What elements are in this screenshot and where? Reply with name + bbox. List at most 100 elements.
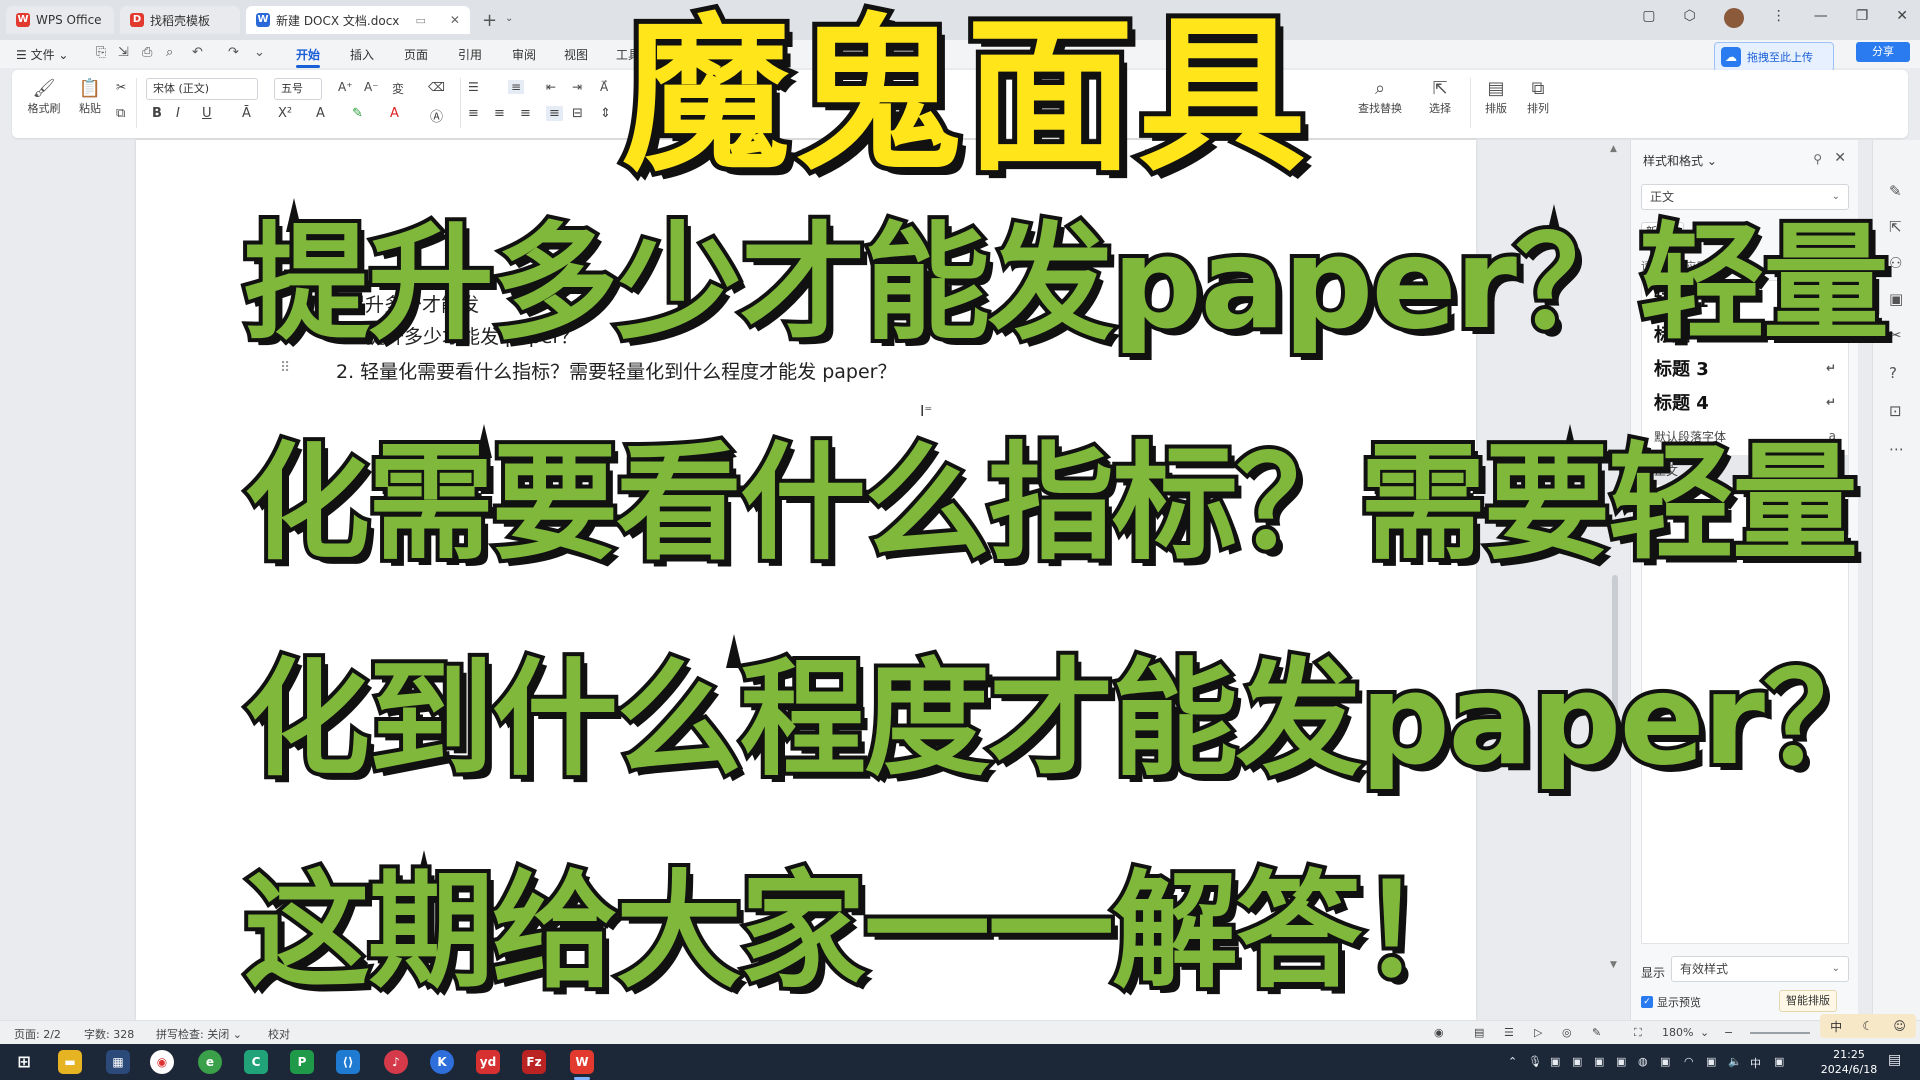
outline-view-icon[interactable]: ☰ (1504, 1026, 1514, 1039)
style-item-heading-3[interactable]: 标题 3 ↵ (1642, 353, 1848, 383)
page-indicator[interactable]: 页面: 2/2 (14, 1026, 61, 1042)
tray-app-icon[interactable]: ▣ (1660, 1055, 1670, 1068)
screenshot-icon[interactable]: ⊡ (1889, 402, 1902, 420)
undo-icon[interactable]: ↶ (192, 45, 203, 60)
print-icon[interactable]: ⎙ (142, 45, 152, 60)
system-clock[interactable]: 21:25 2024/6/18 (1818, 1047, 1880, 1077)
clear-format-icon[interactable]: ⌫ (428, 80, 445, 94)
paste-button[interactable]: 📋 粘贴 (70, 78, 110, 116)
superscript-icon[interactable]: X² (278, 106, 292, 121)
tray-app-icon[interactable]: ▣ (1594, 1055, 1604, 1068)
align-left-icon[interactable]: ≡ (468, 106, 479, 121)
tab-home[interactable]: 开始 (296, 46, 321, 68)
chevron-down-icon[interactable]: ⌄ (1700, 1026, 1709, 1039)
mic-icon[interactable]: 🎙 (1528, 1055, 1542, 1068)
close-tab-icon[interactable]: ✕ (450, 13, 460, 27)
close-window-icon[interactable]: ✕ (1896, 8, 1908, 28)
line-spacing-icon[interactable]: ⇕ (600, 106, 611, 121)
tab-review[interactable]: 审阅 (512, 46, 536, 63)
image-edit-icon[interactable]: ▣ (1889, 290, 1903, 308)
char-shading-icon[interactable]: Ⓐ (430, 106, 443, 125)
export-icon[interactable]: ⇲ (118, 45, 129, 60)
page-view-icon[interactable]: ▤ (1474, 1026, 1484, 1039)
fit-page-icon[interactable]: ⛶ (1634, 1026, 1642, 1040)
tray-app-icon[interactable]: ▣ (1706, 1055, 1716, 1068)
text-direction-icon[interactable]: A⃗ (600, 80, 608, 94)
align-center-icon[interactable]: ≡ (494, 106, 505, 121)
tray-app-icon[interactable]: ▣ (1550, 1055, 1560, 1068)
spell-check-status[interactable]: 拼写检查: 关闭 ⌄ (156, 1026, 242, 1042)
bold-icon[interactable]: B (152, 106, 162, 121)
style-item-heading-4[interactable]: 标题 4 ↵ (1642, 387, 1848, 417)
more-icon[interactable]: ⋯ (1889, 440, 1904, 458)
highlight-icon[interactable]: ✎ (352, 106, 363, 121)
web-view-icon[interactable]: ◎ (1562, 1026, 1572, 1039)
show-select[interactable]: 有效样式 ⌄ (1671, 956, 1849, 982)
monitor-icon[interactable]: ▭ (415, 14, 425, 27)
tab-insert[interactable]: 插入 (350, 46, 374, 63)
numbering-icon[interactable]: ≡ (508, 80, 525, 94)
italic-icon[interactable]: I (176, 106, 180, 121)
copy-icon[interactable]: ⧉ (116, 106, 125, 121)
tray-app-icon[interactable]: ▣ (1572, 1055, 1582, 1068)
filezilla-icon[interactable]: Fz (522, 1050, 546, 1074)
tray-app-icon[interactable]: ▣ (1774, 1055, 1784, 1068)
share-button[interactable]: 分享 (1856, 42, 1910, 62)
wifi-icon[interactable]: ◠ (1684, 1055, 1694, 1068)
tab-references[interactable]: 引用 (458, 46, 482, 63)
layout-button[interactable]: ▤ 排版 (1478, 78, 1514, 116)
redo-icon[interactable]: ↷ (228, 45, 239, 60)
pin-icon[interactable]: ⚲ (1813, 152, 1822, 166)
new-tab-button[interactable]: + (482, 10, 497, 31)
text-effect-icon[interactable]: A (316, 106, 325, 121)
restore-layout-icon[interactable]: ▢ (1642, 8, 1655, 28)
minimize-icon[interactable]: — (1814, 8, 1828, 28)
notification-icon[interactable]: ▤ (1888, 1052, 1901, 1068)
arrange-button[interactable]: ⧉ 排列 (1520, 78, 1556, 116)
shrink-font-icon[interactable]: A⁻ (364, 80, 379, 94)
save-icon[interactable]: ⎘ (96, 45, 106, 60)
font-color-icon[interactable]: A (390, 106, 399, 121)
proofread-button[interactable]: 校对 (268, 1026, 290, 1042)
increase-indent-icon[interactable]: ⇥ (572, 80, 582, 94)
help-icon[interactable]: ? (1889, 364, 1897, 382)
ime-tray[interactable]: 中 (1750, 1055, 1761, 1071)
current-style-select[interactable]: 正文 ⌄ (1641, 184, 1849, 210)
chevron-up-icon[interactable]: ⌃ (1508, 1055, 1517, 1068)
word-count[interactable]: 字数: 328 (84, 1026, 134, 1042)
chrome-icon[interactable]: ◉ (150, 1050, 174, 1074)
align-right-icon[interactable]: ≡ (520, 106, 531, 121)
menu-icon[interactable]: ⋮ (1772, 8, 1786, 28)
volume-icon[interactable]: 🔈 (1728, 1055, 1742, 1068)
tray-app-icon[interactable]: ▣ (1616, 1055, 1626, 1068)
tab-templates[interactable]: D 找稻壳模板 (120, 6, 240, 34)
drag-handle-icon[interactable]: ⠿ (280, 360, 290, 376)
close-icon[interactable]: ✕ (1834, 150, 1846, 166)
decrease-indent-icon[interactable]: ⇤ (546, 80, 556, 94)
justify-icon[interactable]: ≡ (546, 106, 563, 121)
wechat-icon[interactable]: ◍ (1638, 1055, 1648, 1068)
scroll-down-icon[interactable]: ▼ (1610, 960, 1617, 970)
file-menu[interactable]: ☰ 文件 ⌄ (16, 46, 68, 63)
ide-icon[interactable]: C (244, 1050, 268, 1074)
tab-page[interactable]: 页面 (404, 46, 428, 63)
doc-line-2[interactable]: 2. 轻量化需要看什么指标？需要轻量化到什么程度才能发 paper？ (336, 357, 896, 384)
maximize-icon[interactable]: ❐ (1856, 8, 1869, 28)
bullets-icon[interactable]: ☰ (468, 80, 479, 94)
pen-icon[interactable]: ✎ (1592, 1026, 1601, 1039)
windows-start-icon[interactable]: ⊞ (12, 1050, 36, 1074)
task-view-icon[interactable]: ▦ (106, 1050, 130, 1074)
wps-taskbar-icon[interactable]: W (570, 1050, 594, 1080)
vscode-icon[interactable]: ⟨⟩ (336, 1050, 360, 1074)
zoom-out-icon[interactable]: − (1724, 1026, 1733, 1039)
k-app-icon[interactable]: K (430, 1050, 454, 1074)
zoom-slider[interactable] (1750, 1032, 1810, 1034)
browser-icon[interactable]: e (198, 1050, 222, 1074)
preview-checkbox[interactable]: ✓ 显示预览 (1641, 994, 1701, 1010)
chevron-down-icon[interactable]: ⌄ (505, 13, 513, 24)
cut-icon[interactable]: ✂ (116, 80, 126, 94)
cube-icon[interactable]: ⬡ (1683, 8, 1695, 28)
select-icon[interactable]: ⇱ (1889, 218, 1902, 236)
scroll-up-icon[interactable]: ▲ (1610, 144, 1617, 154)
grow-font-icon[interactable]: A⁺ (338, 80, 353, 94)
